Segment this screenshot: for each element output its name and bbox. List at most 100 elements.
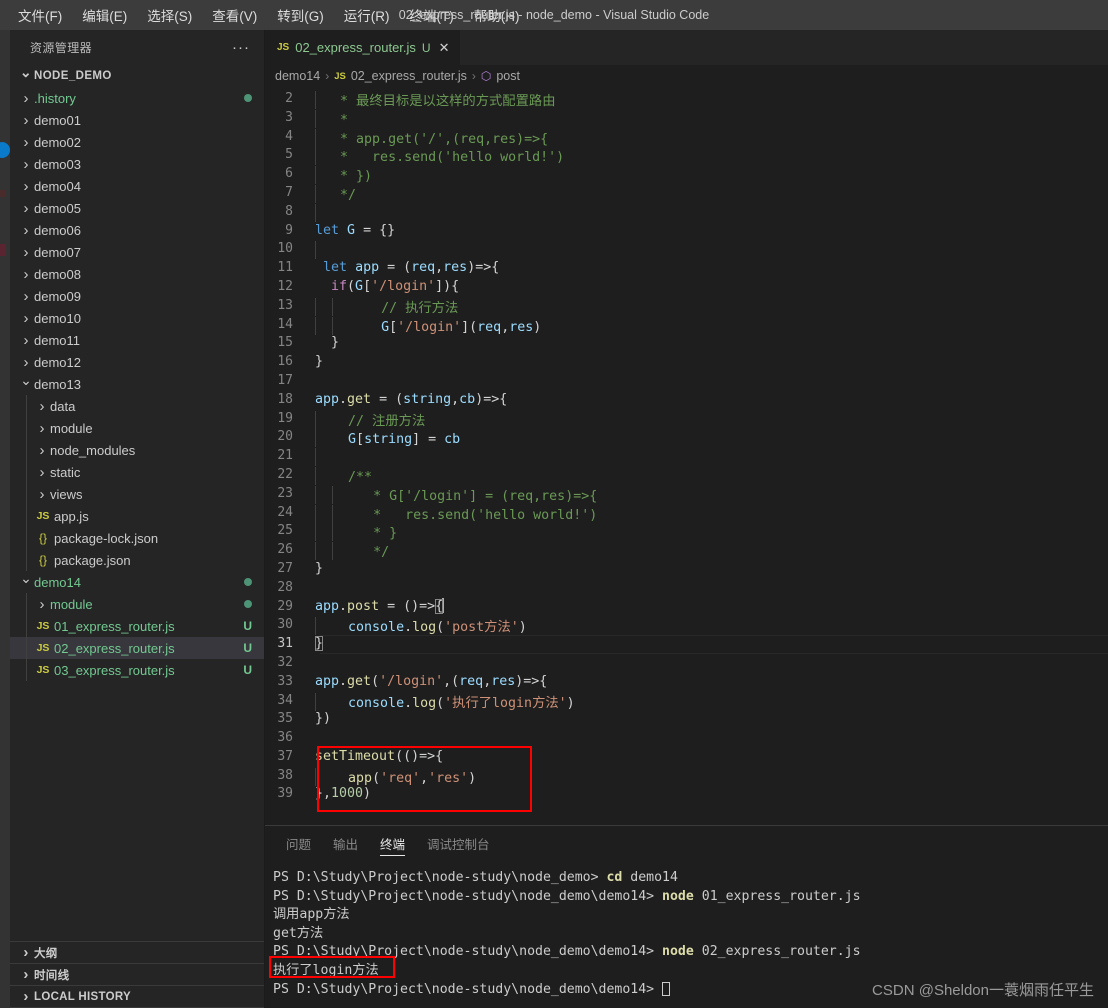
tree-item-demo13[interactable]: demo13 — [10, 373, 264, 395]
menu-item-2[interactable]: 选择(S) — [137, 1, 202, 29]
code-line-2[interactable]: 2 * 最终目标是以这样的方式配置路由 — [265, 90, 1108, 109]
menu-item-0[interactable]: 文件(F) — [8, 1, 72, 29]
code-line-text: },1000) — [315, 785, 371, 804]
tree-item-02-express-router-js[interactable]: JS 02_express_router.js U — [10, 637, 264, 659]
code-line-35[interactable]: 35}) — [265, 710, 1108, 729]
tree-item-views[interactable]: views — [10, 483, 264, 505]
tree-item-package-json[interactable]: {} package.json — [10, 549, 264, 571]
code-token: ,( — [443, 673, 460, 689]
tree-item-demo14[interactable]: demo14 — [10, 571, 264, 593]
code-line-20[interactable]: 20 G[string] = cb — [265, 428, 1108, 448]
line-number: 16 — [277, 354, 293, 370]
tree-item-demo01[interactable]: demo01 — [10, 109, 264, 131]
sidebar-section-local-history[interactable]: LOCAL HISTORY — [10, 986, 264, 1008]
code-line-7[interactable]: 7 */ — [265, 184, 1108, 203]
code-line-16[interactable]: 16} — [265, 353, 1108, 372]
tree-item--history[interactable]: .history — [10, 87, 264, 109]
code-line-17[interactable]: 17 — [265, 372, 1108, 391]
file-tree[interactable]: NODE_DEMO .history demo01 demo02 demo03 demo… — [10, 65, 264, 941]
tree-item-demo05[interactable]: demo05 — [10, 197, 264, 219]
tab-02-express-router-js[interactable]: JS 02_express_router.js U ✕ — [265, 30, 461, 65]
sidebar-section-大纲[interactable]: 大纲 — [10, 942, 264, 964]
breadcrumb-file[interactable]: 02_express_router.js — [351, 69, 467, 83]
code-line-11[interactable]: 11 let app = (req,res)=>{ — [265, 259, 1108, 278]
tree-item-demo10[interactable]: demo10 — [10, 307, 264, 329]
tree-item-demo02[interactable]: demo02 — [10, 131, 264, 153]
tree-item-demo11[interactable]: demo11 — [10, 329, 264, 351]
tree-item-package-lock-json[interactable]: {} package-lock.json — [10, 527, 264, 549]
tree-item-demo04[interactable]: demo04 — [10, 175, 264, 197]
code-line-6[interactable]: 6 * }) — [265, 165, 1108, 185]
git-status-badge: U — [243, 663, 252, 677]
panel-tab-问题[interactable]: 问题 — [275, 826, 322, 861]
close-icon[interactable]: ✕ — [439, 40, 450, 56]
workspace-root-row[interactable]: NODE_DEMO — [10, 65, 264, 87]
code-line-30[interactable]: 30 console.log('post方法') — [265, 616, 1108, 636]
code-line-36[interactable]: 36 — [265, 729, 1108, 748]
code-token: req — [477, 319, 502, 335]
breadcrumb-symbol[interactable]: post — [496, 69, 520, 83]
activity-bar[interactable] — [0, 30, 10, 1008]
code-token: app — [355, 260, 380, 276]
code-token: app — [348, 770, 373, 786]
panel-tab-输出[interactable]: 输出 — [322, 826, 369, 861]
code-line-9[interactable]: 9 let G = {} — [265, 222, 1108, 241]
code-line-34[interactable]: 34 console.log('执行了login方法') — [265, 692, 1108, 711]
tree-item-01-express-router-js[interactable]: JS 01_express_router.js U — [10, 615, 264, 637]
code-line-21[interactable]: 21 — [265, 447, 1108, 467]
sidebar-section-label: LOCAL HISTORY — [34, 990, 131, 1003]
tree-item-demo09[interactable]: demo09 — [10, 285, 264, 307]
tree-item-03-express-router-js[interactable]: JS 03_express_router.js U — [10, 659, 264, 681]
tree-item-demo03[interactable]: demo03 — [10, 153, 264, 175]
panel-tab-终端[interactable]: 终端 — [369, 826, 416, 861]
tree-item-demo12[interactable]: demo12 — [10, 351, 264, 373]
code-line-38[interactable]: 38 app('req','res') — [265, 767, 1108, 786]
code-editor[interactable]: 2 * 最终目标是以这样的方式配置路由 3 * 4 * app.get('/',(r… — [265, 87, 1108, 825]
js-file-icon: JS — [36, 620, 50, 632]
code-token: app — [315, 391, 340, 407]
tree-item-demo06[interactable]: demo06 — [10, 219, 264, 241]
more-actions-icon[interactable]: ··· — [232, 40, 250, 55]
code-line-15[interactable]: 15 } — [265, 334, 1108, 353]
menu-item-6[interactable]: 终端(T) — [400, 1, 464, 29]
tree-item-label: demo08 — [34, 266, 81, 282]
tree-item-app-js[interactable]: JS app.js — [10, 505, 264, 527]
tree-item-data[interactable]: data — [10, 395, 264, 417]
tree-item-demo08[interactable]: demo08 — [10, 263, 264, 285]
code-token: } — [315, 335, 340, 351]
sidebar-section-时间线[interactable]: 时间线 — [10, 964, 264, 986]
panel-tab-调试控制台[interactable]: 调试控制台 — [416, 826, 501, 861]
code-line-31[interactable]: 31} — [265, 635, 1108, 654]
indent-guide — [26, 417, 27, 439]
code-line-27[interactable]: 27} — [265, 560, 1108, 579]
code-token: req — [459, 673, 484, 689]
panel-tab-bar[interactable]: 问题 输出 终端 调试控制台 — [265, 826, 1108, 861]
tree-item-node-modules[interactable]: node_modules — [10, 439, 264, 461]
code-line-8[interactable]: 8 — [265, 203, 1108, 222]
menu-item-7[interactable]: 帮助(H) — [464, 1, 530, 29]
code-line-32[interactable]: 32 — [265, 654, 1108, 673]
tab-label: 02_express_router.js — [295, 40, 416, 55]
tree-item-static[interactable]: static — [10, 461, 264, 483]
code-line-10[interactable]: 10 — [265, 240, 1108, 260]
code-token: string — [364, 432, 413, 448]
code-line-39[interactable]: 39},1000) — [265, 785, 1108, 804]
code-line-28[interactable]: 28 — [265, 579, 1108, 598]
menu-item-3[interactable]: 查看(V) — [202, 1, 267, 29]
code-line-26[interactable]: 26 */ — [265, 541, 1108, 561]
tree-item-demo07[interactable]: demo07 — [10, 241, 264, 263]
code-line-5[interactable]: 5 * res.send('hello world!') — [265, 146, 1108, 166]
terminal-output[interactable]: PS D:\Study\Project\node-study\node_demo… — [265, 861, 1108, 1008]
tree-item-module[interactable]: module — [10, 593, 264, 615]
menu-item-1[interactable]: 编辑(E) — [72, 1, 137, 29]
tree-item-module[interactable]: module — [10, 417, 264, 439]
menu-bar[interactable]: 文件(F) 编辑(E) 选择(S) 查看(V) 转到(G) 运行(R) 终端(T) 帮助(H) — [0, 1, 530, 29]
menu-item-5[interactable]: 运行(R) — [334, 1, 400, 29]
code-line-25[interactable]: 25 * } — [265, 522, 1108, 542]
menu-item-4[interactable]: 转到(G) — [267, 1, 334, 29]
breadcrumb-folder[interactable]: demo14 — [275, 69, 320, 83]
line-number: 18 — [277, 391, 293, 407]
code-line-14[interactable]: 14 G['/login'](req,res) — [265, 316, 1108, 335]
